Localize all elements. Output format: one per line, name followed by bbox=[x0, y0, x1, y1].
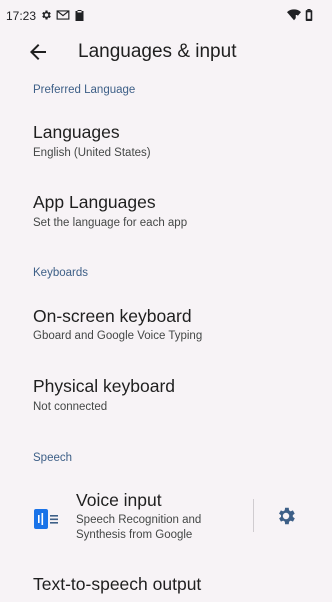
gmail-status-icon bbox=[56, 10, 70, 20]
clipboard-status-icon bbox=[75, 10, 84, 21]
voice-input-icon bbox=[34, 509, 58, 529]
app-languages-summary: Set the language for each app bbox=[33, 217, 188, 229]
physical-keyboard-summary: Not connected bbox=[33, 401, 108, 413]
arrow-back-icon[interactable] bbox=[26, 40, 50, 64]
physical-keyboard-item[interactable]: Physical keyboard Not connected bbox=[0, 362, 332, 428]
status-bar: 17:23 bbox=[0, 0, 332, 32]
tts-output-item[interactable]: Text-to-speech output bbox=[0, 562, 332, 602]
on-screen-keyboard-title: On-screen keyboard bbox=[33, 306, 192, 326]
voice-input-title: Voice input bbox=[76, 490, 162, 510]
page-title: Languages & input bbox=[78, 41, 237, 62]
section-header-keyboards: Keyboards bbox=[33, 267, 88, 279]
section-header-speech: Speech bbox=[33, 452, 73, 464]
voice-input-divider bbox=[253, 499, 254, 532]
status-time: 17:23 bbox=[6, 9, 37, 23]
app-bar: Languages & input bbox=[0, 32, 332, 74]
settings-gear-status-icon bbox=[42, 10, 51, 20]
app-languages-title: App Languages bbox=[33, 192, 156, 212]
wifi-icon bbox=[287, 9, 301, 21]
gear-icon[interactable] bbox=[275, 505, 297, 527]
physical-keyboard-title: Physical keyboard bbox=[33, 376, 176, 396]
languages-summary: English (United States) bbox=[33, 147, 151, 159]
tts-output-title: Text-to-speech output bbox=[33, 574, 202, 594]
languages-title: Languages bbox=[33, 122, 120, 142]
settings-screen: 17:23 Languages & input Preferred Langua… bbox=[0, 0, 332, 602]
voice-input-summary-line1: Speech Recognition and bbox=[76, 514, 202, 526]
battery-icon bbox=[305, 9, 313, 21]
section-header-preferred-language: Preferred Language bbox=[33, 84, 136, 96]
on-screen-keyboard-summary: Gboard and Google Voice Typing bbox=[33, 330, 203, 342]
voice-input-summary-line2: Synthesis from Google bbox=[76, 529, 193, 541]
on-screen-keyboard-item[interactable]: On-screen keyboard Gboard and Google Voi… bbox=[0, 290, 332, 356]
languages-item[interactable]: Languages English (United States) bbox=[0, 108, 332, 174]
app-languages-item[interactable]: App Languages Set the language for each … bbox=[0, 178, 332, 244]
